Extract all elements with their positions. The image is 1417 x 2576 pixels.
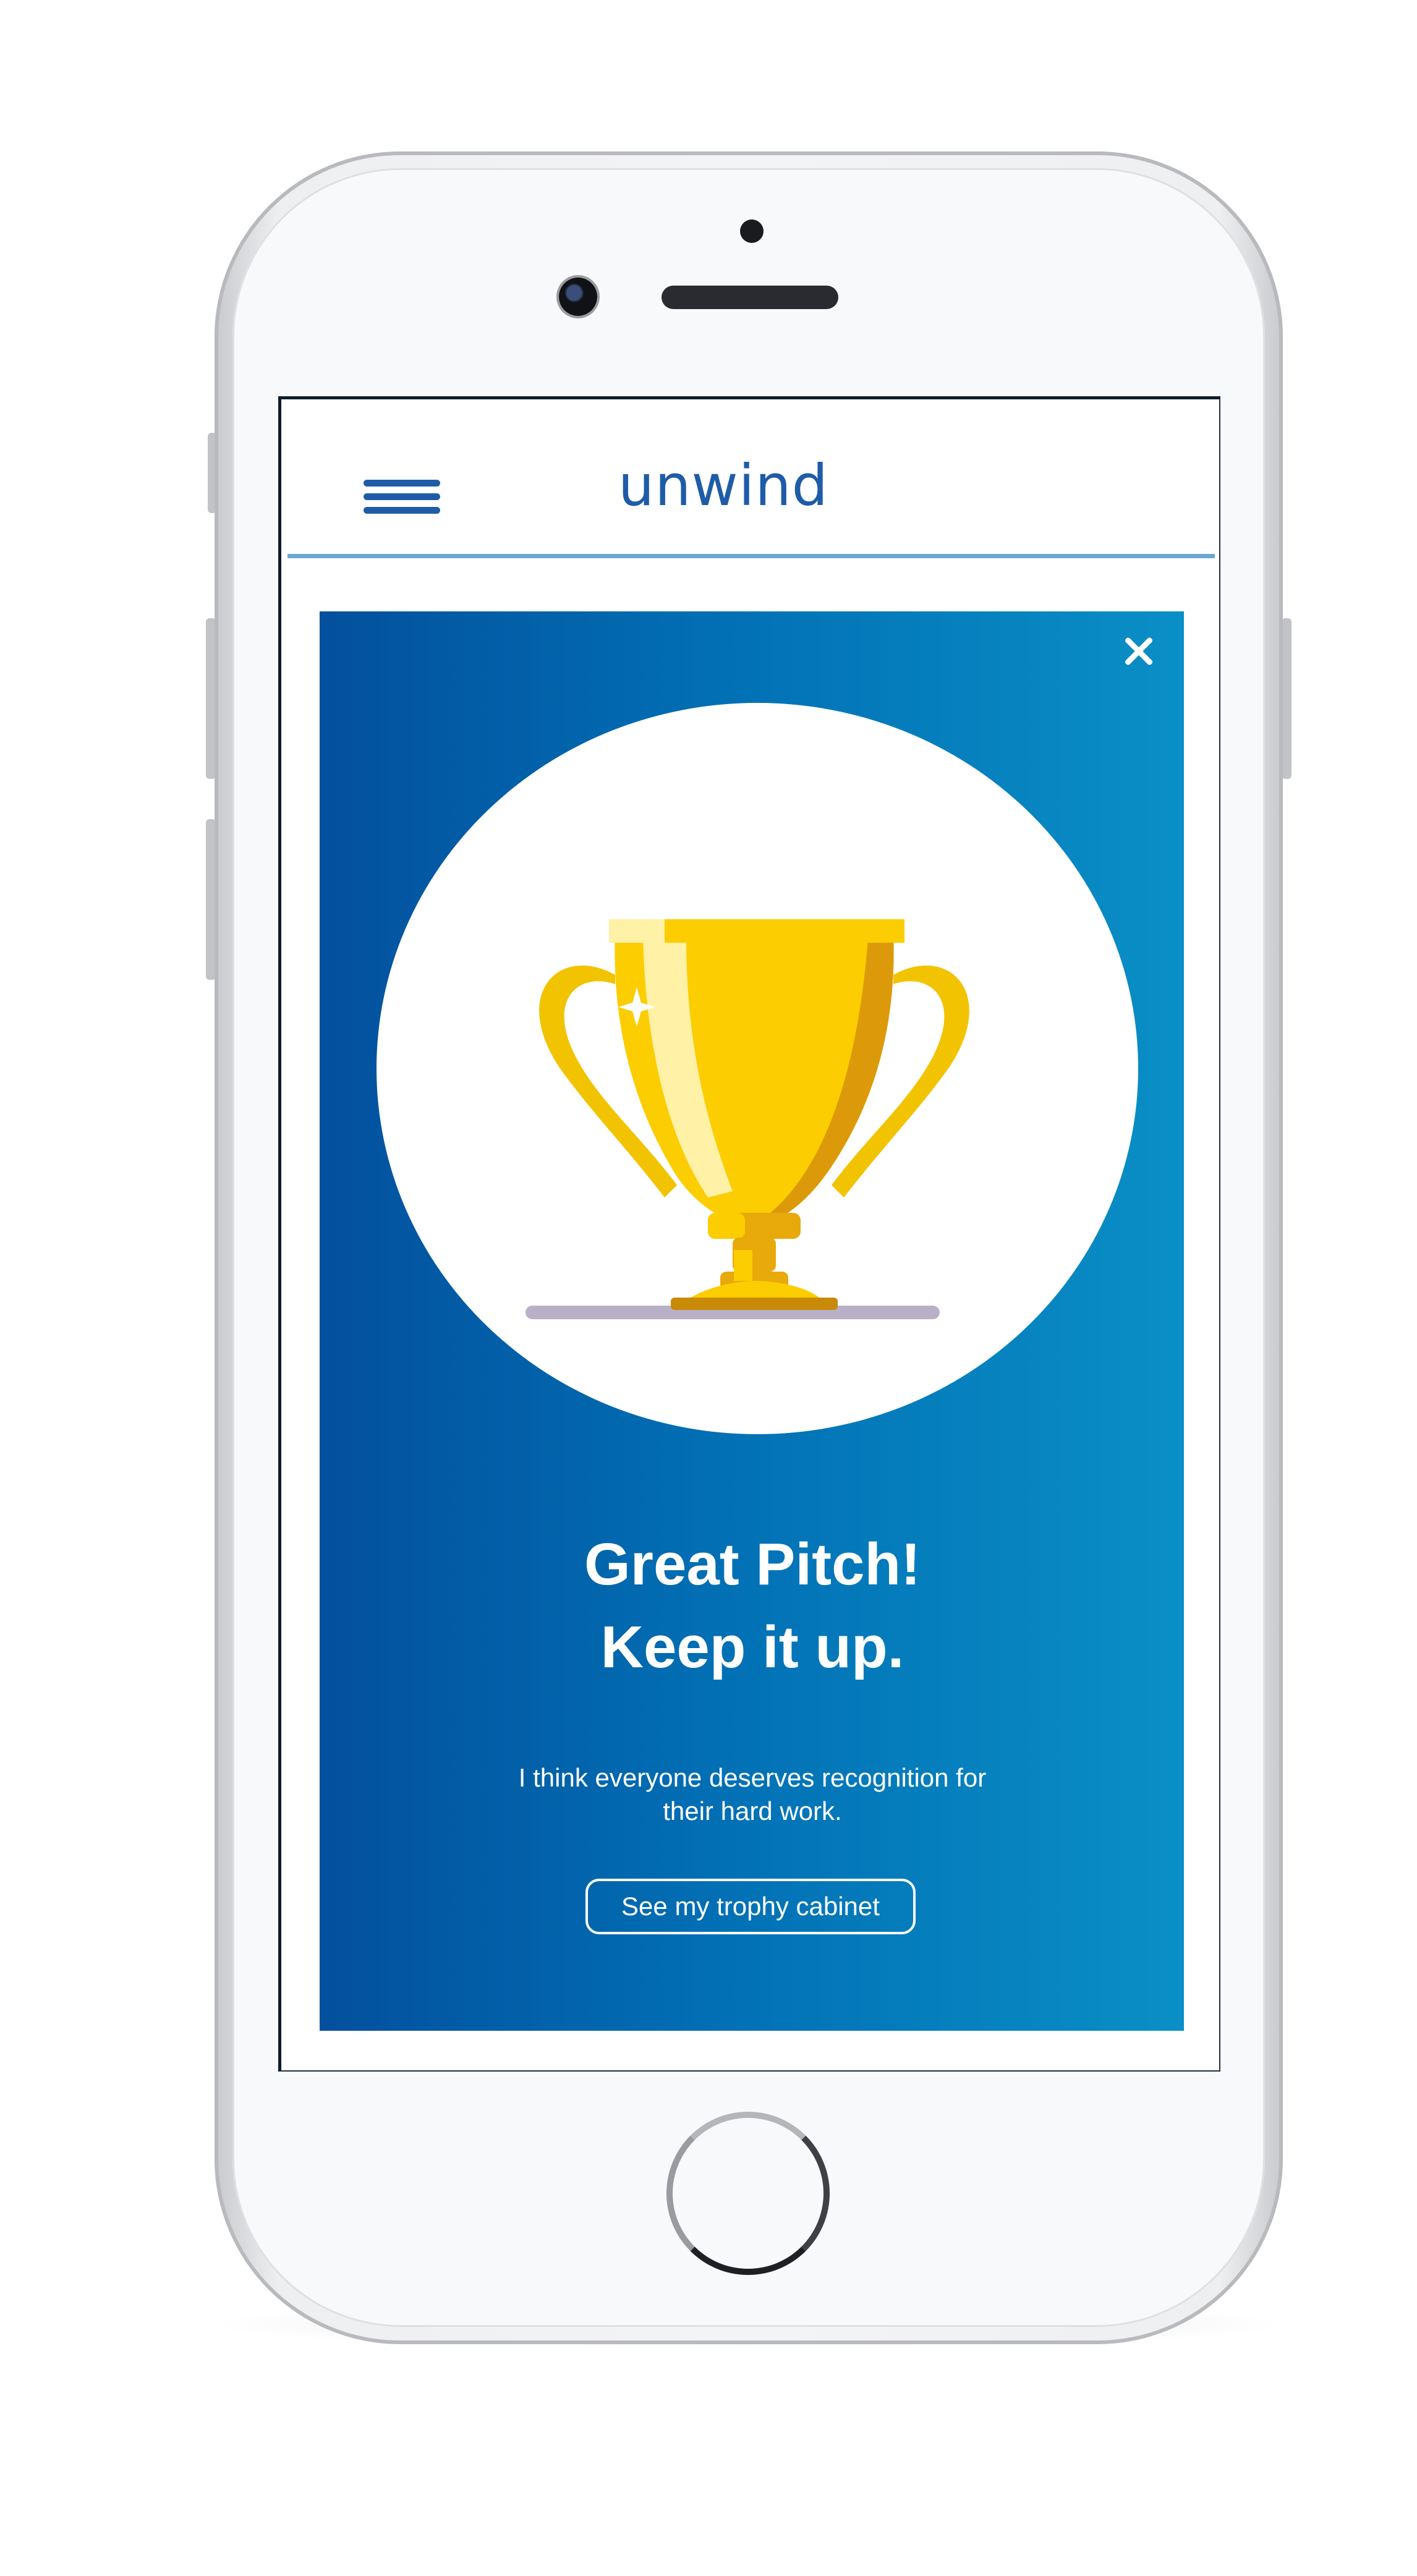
trophy-icon <box>526 919 969 1319</box>
trophy-illustration-circle <box>377 703 1138 1434</box>
home-button[interactable] <box>666 2112 830 2275</box>
headline-line-2: Keep it up. <box>600 1614 904 1680</box>
app-title: unwind <box>618 453 829 519</box>
hamburger-menu-icon[interactable] <box>364 480 440 518</box>
front-camera <box>559 278 597 316</box>
earpiece-speaker <box>662 286 838 309</box>
message-line-2: their hard work. <box>663 1796 842 1826</box>
achievement-headline: Great Pitch! Keep it up. <box>381 1523 1123 1689</box>
proximity-sensor <box>740 219 764 243</box>
power-button <box>1282 618 1291 779</box>
app-header: unwind <box>281 399 1219 559</box>
header-divider <box>287 554 1215 558</box>
phone-screen: unwind Great Pitch! Keep it up. I think … <box>278 396 1220 2072</box>
achievement-message: I think everyone deserves recognition fo… <box>443 1761 1062 1828</box>
achievement-modal: Great Pitch! Keep it up. I think everyon… <box>320 611 1184 2031</box>
phone-mockup-stage: unwind Great Pitch! Keep it up. I think … <box>0 0 1417 2576</box>
headline-line-1: Great Pitch! <box>584 1531 921 1597</box>
trophy-cabinet-button[interactable]: See my trophy cabinet <box>585 1879 916 1934</box>
close-icon[interactable] <box>1117 630 1160 673</box>
message-line-1: I think everyone deserves recognition fo… <box>518 1763 987 1792</box>
